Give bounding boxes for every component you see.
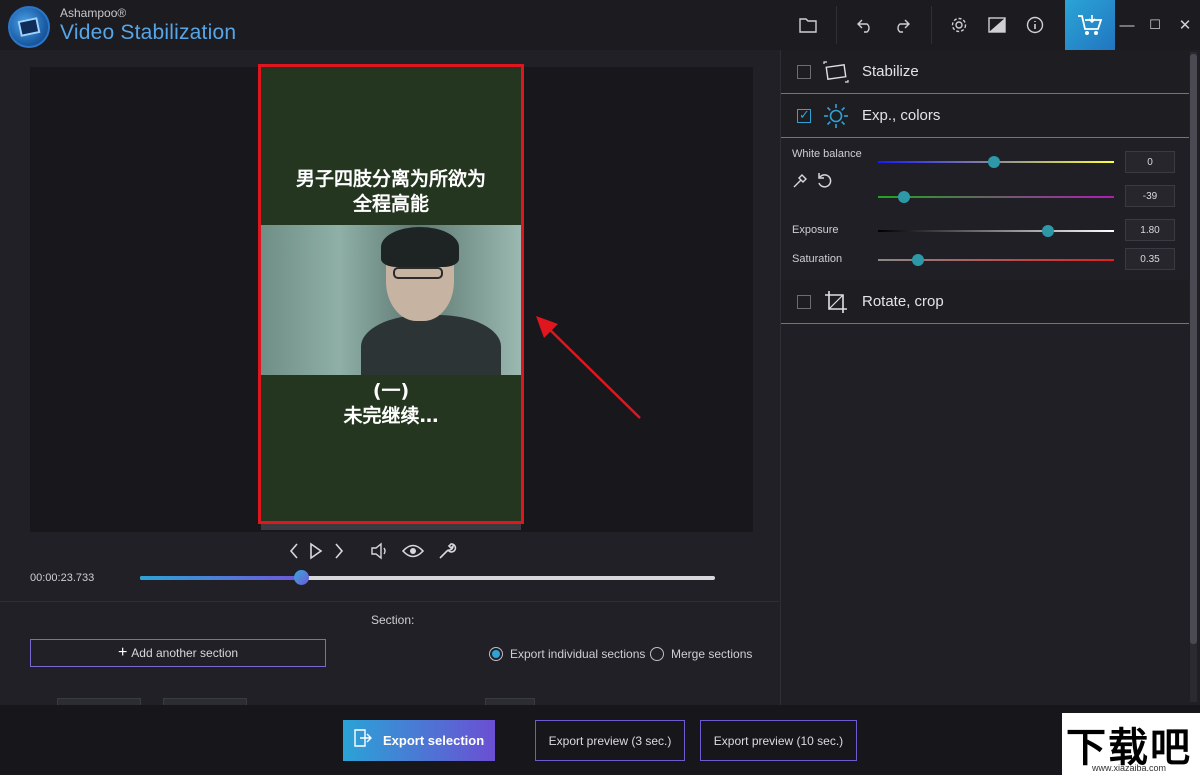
export-preview-3-button[interactable]: Export preview (3 sec.) (535, 720, 685, 761)
saturation-slider[interactable] (878, 254, 1114, 266)
slider-knob[interactable] (897, 191, 910, 203)
exposure-value[interactable]: 1.80 (1125, 219, 1175, 241)
export-icon (343, 729, 383, 752)
caption-bottom-line-1: (一) (372, 380, 410, 402)
exposure-slider[interactable] (878, 225, 1114, 237)
panel-scrollbar-thumb[interactable] (1190, 54, 1197, 644)
compare-icon[interactable] (982, 10, 1012, 40)
export-preview-10-button[interactable]: Export preview (10 sec.) (700, 720, 857, 761)
video-image (261, 225, 521, 375)
brand-label: Ashampoo® (60, 6, 127, 20)
white-balance-tint-slider[interactable] (878, 191, 1114, 203)
export-individual-label[interactable]: Export individual sections (510, 647, 645, 661)
exp-colors-checkbox[interactable] (797, 107, 811, 123)
stabilize-title: Stabilize (862, 63, 919, 80)
caption-top-line-1: 男子四肢分离为所欲为 (295, 168, 486, 190)
prev-frame-icon[interactable] (282, 540, 306, 562)
export-selection-button[interactable]: Export selection (343, 720, 495, 761)
next-frame-icon[interactable] (327, 540, 351, 562)
cart-icon[interactable] (1065, 0, 1115, 50)
exp-colors-header[interactable]: Exp., colors (781, 94, 1189, 138)
crop-icon (823, 289, 849, 315)
settings-icon[interactable] (944, 10, 974, 40)
frame-bottom-edge (261, 524, 521, 530)
adjustments-panel: Stabilize Exp., colors White balance 0 -… (780, 50, 1200, 705)
add-section-label: Add another section (131, 646, 239, 660)
stabilize-checkbox[interactable] (797, 64, 811, 79)
current-time: 00:00:23.733 (30, 572, 95, 584)
app-logo-icon (8, 6, 50, 48)
site-watermark: 下载吧 www.xiazaiba.com (1062, 713, 1200, 775)
folder-icon[interactable] (793, 10, 823, 40)
merge-sections-radio[interactable] (650, 647, 664, 661)
saturation-value[interactable]: 0.35 (1125, 248, 1175, 270)
saturation-label: Saturation (792, 253, 843, 265)
title-bar: Ashampoo® Video Stabilization — ☐ ✕ (0, 0, 1200, 50)
timeline-slider[interactable] (140, 570, 715, 585)
white-balance-temp-value[interactable]: 0 (1125, 151, 1175, 173)
watermark-url: www.xiazaiba.com (1092, 763, 1167, 773)
caption-top-line-2: 全程高能 (352, 193, 429, 215)
stabilize-header[interactable]: Stabilize (781, 50, 1189, 94)
app-window: Ashampoo® Video Stabilization — ☐ ✕ 男子四肢… (0, 0, 1200, 775)
caption-bottom-line-2: 未完继续… (343, 405, 439, 427)
annotation-arrow (536, 316, 641, 419)
rotate-crop-title: Rotate, crop (862, 293, 944, 310)
stabilize-icon (823, 59, 849, 85)
wrench-icon[interactable] (435, 540, 459, 562)
timeline-knob[interactable] (294, 570, 309, 585)
close-button[interactable]: ✕ (1174, 14, 1196, 36)
video-caption-top: 男子四肢分离为所欲为 全程高能 (261, 167, 521, 217)
eyedropper-icon[interactable] (790, 171, 810, 191)
white-balance-temp-slider[interactable] (878, 156, 1114, 168)
bottom-bar: Export selection Export preview (3 sec.)… (0, 705, 1200, 775)
video-frame[interactable]: 男子四肢分离为所欲为 全程高能 (一) 未完继续… (258, 64, 524, 524)
volume-icon[interactable] (368, 540, 392, 562)
eye-icon[interactable] (401, 540, 425, 562)
white-balance-tint-value[interactable]: -39 (1125, 185, 1175, 207)
undo-icon[interactable] (850, 10, 880, 40)
minimize-button[interactable]: — (1116, 14, 1138, 36)
merge-sections-label[interactable]: Merge sections (671, 647, 752, 661)
section-panel: Section: + Add another section Export in… (0, 601, 779, 706)
reset-icon[interactable] (815, 171, 835, 191)
video-caption-bottom: (一) 未完继续… (261, 379, 521, 429)
add-section-button[interactable]: + Add another section (30, 639, 326, 667)
app-title: Video Stabilization (60, 21, 237, 44)
white-balance-label: White balance (792, 148, 862, 160)
redo-icon[interactable] (887, 10, 917, 40)
section-label: Section: (371, 613, 415, 627)
export-selection-label: Export selection (383, 733, 485, 748)
sun-icon (823, 103, 849, 129)
slider-knob[interactable] (1041, 225, 1054, 237)
plus-icon: + (117, 644, 128, 661)
exposure-label: Exposure (792, 224, 839, 236)
info-icon[interactable] (1020, 10, 1050, 40)
maximize-button[interactable]: ☐ (1144, 14, 1166, 36)
exp-colors-title: Exp., colors (862, 107, 941, 124)
slider-knob[interactable] (987, 156, 1000, 168)
rotate-crop-header[interactable]: Rotate, crop (781, 280, 1189, 324)
timeline-fill (140, 576, 301, 580)
slider-knob[interactable] (912, 254, 925, 266)
export-individual-radio[interactable] (489, 647, 503, 661)
play-icon[interactable] (304, 540, 328, 562)
rotate-crop-checkbox[interactable] (797, 294, 811, 309)
